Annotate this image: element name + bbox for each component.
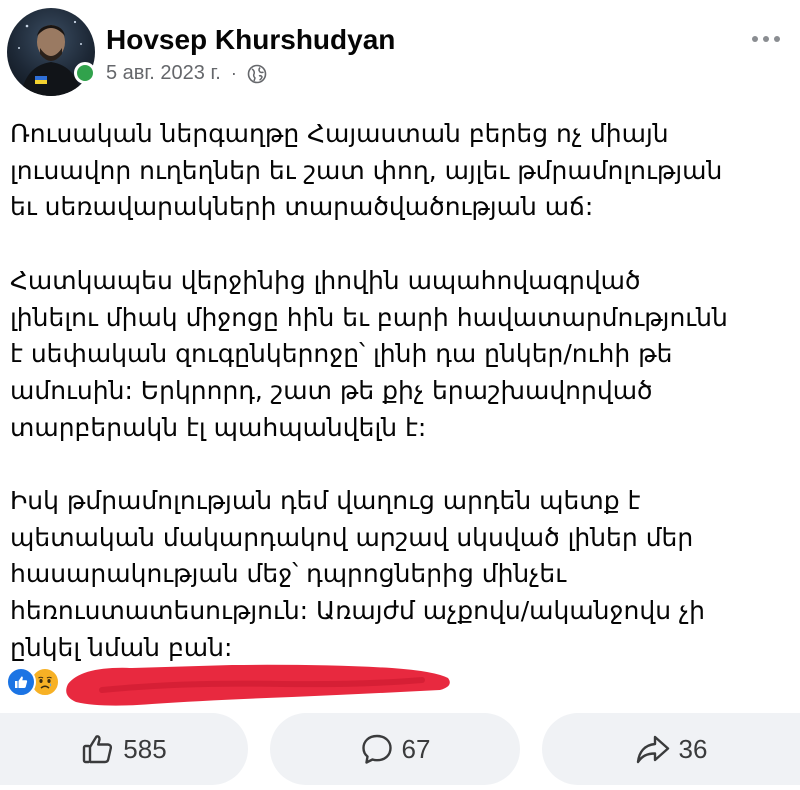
post-actions: 585 67 36 — [0, 713, 800, 785]
globe-icon[interactable] — [247, 64, 267, 84]
thumbs-up-icon — [83, 735, 113, 764]
post-paragraph: Ռուսական ներգաղթը Հայաստան բերեց ոչ միայ… — [10, 119, 723, 222]
comment-icon — [361, 734, 392, 764]
author-name[interactable]: Hovsep Khurshudyan — [106, 24, 395, 56]
like-button[interactable]: 585 — [0, 713, 248, 785]
like-count: 585 — [123, 733, 167, 764]
more-horizontal-icon — [752, 36, 758, 42]
reactions-summary[interactable] — [6, 667, 60, 697]
comment-count: 67 — [401, 733, 431, 764]
facebook-post: Hovsep Khurshudyan 5 авг. 2023 г. · Ռուս… — [0, 0, 800, 790]
meta-separator: · — [230, 63, 237, 83]
like-reaction-icon — [6, 667, 36, 697]
share-icon — [636, 735, 669, 764]
post-paragraph: Իսկ թմրամոլության դեմ վաղուց արդեն պետք … — [10, 486, 705, 662]
online-status-icon — [74, 62, 96, 84]
post-meta: 5 авг. 2023 г. · — [106, 62, 267, 85]
share-count: 36 — [678, 733, 708, 764]
more-options-button[interactable] — [750, 30, 782, 48]
post-paragraph: Հատկապես վերջինից լիովին ապահովագրված լի… — [10, 265, 728, 442]
share-button[interactable]: 36 — [542, 713, 800, 785]
post-text: Ռուսական ներգաղթը Հայաստան բերեց ոչ միայ… — [10, 116, 790, 667]
redaction-scribble — [66, 664, 450, 706]
comment-button[interactable]: 67 — [270, 713, 520, 785]
post-date[interactable]: 5 авг. 2023 г. — [106, 62, 221, 85]
